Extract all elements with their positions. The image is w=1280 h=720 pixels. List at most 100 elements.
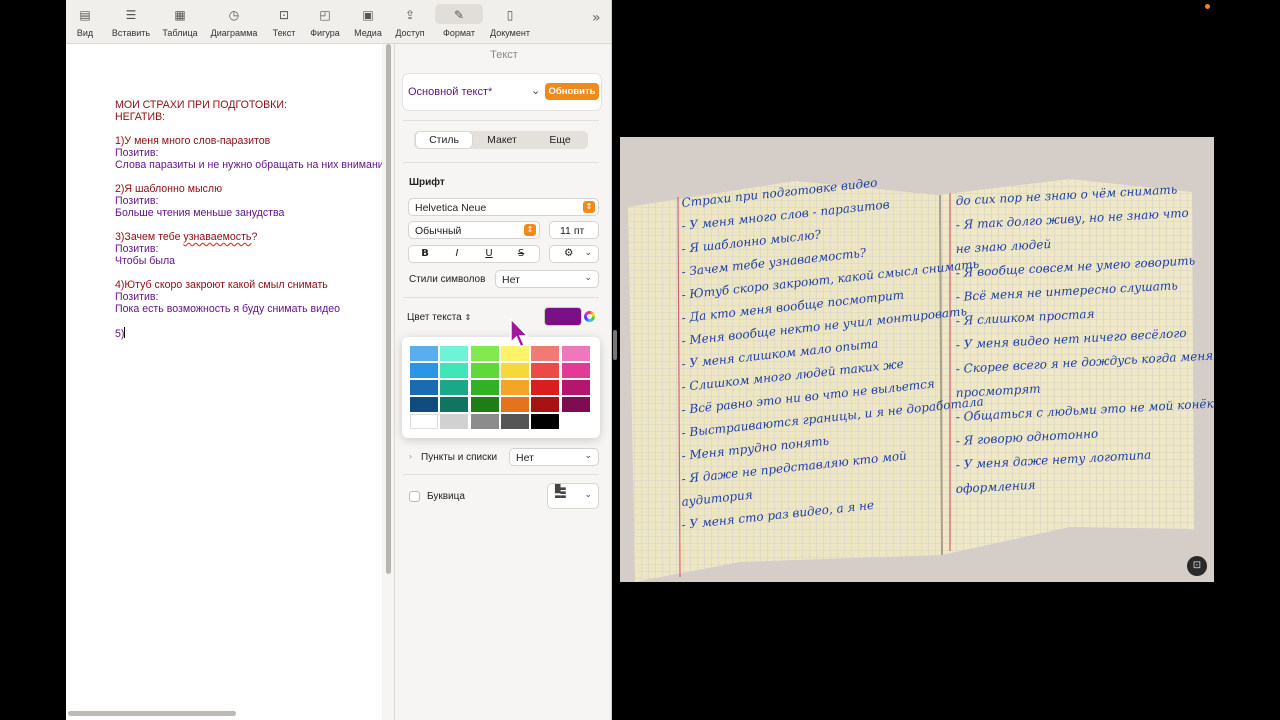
document-text[interactable]: МОИ СТРАХИ ПРИ ПОДГОТОВКИ: НЕГАТИВ: 1)У ме… — [115, 99, 382, 340]
color-swatch[interactable] — [500, 346, 529, 361]
horizontal-scrollbar[interactable] — [68, 711, 236, 716]
dropcap-preview-icon: ▇▬ ▬ ▬▬ — [555, 484, 566, 502]
paragraph-style-selector[interactable]: Основной текст* ⌄ Обновить — [403, 74, 601, 110]
divider — [403, 297, 599, 298]
document-line[interactable]: 1)У меня много слов-паразитов — [115, 135, 382, 147]
dropcap-style-select[interactable]: ▇▬ ▬ ▬▬ ⌄ — [548, 484, 598, 508]
color-swatch[interactable] — [410, 346, 438, 361]
update-style-button[interactable]: Обновить — [545, 83, 599, 100]
document-line[interactable]: Позитив: — [115, 147, 382, 159]
toolbar-shape-button[interactable]: ◰ Фигура — [308, 6, 342, 42]
document-line[interactable] — [115, 219, 382, 231]
font-style-select[interactable]: Обычный ⇕ — [409, 222, 539, 238]
color-wheel-icon[interactable] — [584, 311, 595, 322]
color-swatch[interactable] — [470, 397, 499, 412]
color-swatch[interactable] — [531, 346, 560, 361]
shape-icon: ◰ — [319, 8, 331, 22]
color-swatch[interactable] — [561, 363, 590, 378]
document-line[interactable] — [115, 315, 382, 327]
strikethrough-button[interactable]: S — [506, 246, 536, 262]
color-swatch[interactable] — [470, 380, 499, 395]
toolbar: ▤ Вид ☰ Вставить ▦ Таблица ◷ Диаграмма ⊡… — [66, 0, 611, 44]
document-canvas[interactable]: МОИ СТРАХИ ПРИ ПОДГОТОВКИ: НЕГАТИВ: 1)У ме… — [66, 44, 382, 720]
color-swatch[interactable] — [500, 380, 529, 395]
color-swatch[interactable] — [500, 414, 529, 429]
more-chevron-icon[interactable]: » — [592, 10, 601, 26]
toolbar-chart-button[interactable]: ◷ Диаграмма — [209, 6, 259, 42]
toolbar-share-button[interactable]: ⇪ Доступ — [393, 6, 427, 42]
color-swatch[interactable] — [500, 397, 529, 412]
paragraph-style-name[interactable]: Основной текст* — [408, 86, 492, 98]
document-line[interactable]: Позитив: — [115, 243, 382, 255]
color-swatch[interactable] — [500, 363, 529, 378]
document-line[interactable] — [115, 123, 382, 135]
document-line[interactable]: 3)Зачем тебе узнаваемость? — [115, 231, 382, 243]
bold-button[interactable]: B — [410, 246, 440, 262]
document-line[interactable]: Позитив: — [115, 195, 382, 207]
color-swatch[interactable] — [561, 346, 590, 361]
document-line[interactable]: 4)Ютуб скоро закроют какой смыл снимать — [115, 279, 382, 291]
share-icon: ⇪ — [404, 8, 416, 22]
color-swatch[interactable] — [410, 380, 438, 395]
photo-icon: ▣ — [362, 8, 374, 22]
color-swatch[interactable] — [440, 363, 469, 378]
document-line[interactable]: 5) — [115, 327, 382, 340]
vertical-scrollbar[interactable] — [386, 44, 391, 574]
document-line[interactable]: 2)Я шаблонно мыслю — [115, 183, 382, 195]
gear-icon: ⚙ — [564, 247, 574, 259]
document-line[interactable]: Больше чтения меньше занудства — [115, 207, 382, 219]
color-swatch[interactable] — [531, 380, 560, 395]
toolbar-insert-button[interactable]: ☰ Вставить — [110, 6, 152, 42]
color-swatch[interactable] — [561, 380, 590, 395]
document-line[interactable]: Слова паразиты и не нужно обращать на ни… — [115, 159, 382, 171]
document-line[interactable] — [115, 171, 382, 183]
color-swatch[interactable] — [470, 363, 499, 378]
chevron-down-icon: ⌄ — [584, 490, 592, 500]
toolbar-format-button[interactable]: ✎ Формат — [435, 4, 483, 42]
font-family-select[interactable]: Helvetica Neue ⇕ — [409, 199, 598, 215]
color-swatch[interactable] — [561, 397, 590, 412]
color-swatch[interactable] — [410, 414, 438, 429]
lists-select[interactable]: Нет ⌄ — [510, 449, 598, 465]
color-swatch[interactable] — [470, 346, 499, 361]
color-swatch[interactable] — [410, 397, 438, 412]
text-color-well[interactable] — [545, 308, 581, 325]
document-line[interactable]: Чтобы была — [115, 255, 382, 267]
document-line[interactable] — [115, 267, 382, 279]
font-size-field[interactable]: 11 пт — [550, 222, 598, 238]
color-swatch[interactable] — [531, 363, 560, 378]
document-line[interactable]: МОИ СТРАХИ ПРИ ПОДГОТОВКИ: — [115, 99, 382, 111]
toolbar-media-button[interactable]: ▣ Медиа — [353, 6, 383, 42]
split-view-divider[interactable] — [613, 330, 617, 360]
divider — [403, 120, 599, 121]
color-swatch[interactable] — [531, 397, 560, 412]
live-text-scan-icon[interactable]: ⊡ — [1187, 556, 1207, 576]
italic-button[interactable]: I — [442, 246, 472, 262]
color-swatch[interactable] — [440, 380, 469, 395]
char-styles-select[interactable]: Нет ⌄ — [496, 271, 598, 287]
toolbar-table-button[interactable]: ▦ Таблица — [162, 6, 198, 42]
toolbar-view-button[interactable]: ▤ Вид — [75, 6, 95, 42]
color-swatch[interactable] — [440, 414, 469, 429]
document-line[interactable]: Позитив: — [115, 291, 382, 303]
color-swatch[interactable] — [531, 414, 560, 429]
underline-button[interactable]: U — [474, 246, 504, 262]
tab-layout[interactable]: Макет — [474, 131, 530, 149]
chevron-down-icon: ⌄ — [584, 451, 592, 461]
text-options-button[interactable]: ⚙ ⌄ — [550, 246, 598, 262]
color-swatch[interactable] — [440, 397, 469, 412]
inspector-title: Текст — [490, 49, 518, 61]
tab-more[interactable]: Еще — [532, 131, 588, 149]
toolbar-text-button[interactable]: ⊡ Текст — [271, 6, 297, 42]
lists-label: Пункты и списки — [421, 452, 498, 463]
tab-style[interactable]: Стиль — [416, 132, 472, 148]
color-swatch[interactable] — [440, 346, 469, 361]
dropcap-checkbox[interactable] — [409, 491, 420, 502]
toolbar-document-button[interactable]: ▯ Документ — [488, 6, 532, 42]
document-line[interactable]: НЕГАТИВ: — [115, 111, 382, 123]
chevron-down-icon[interactable]: ⌄ — [531, 84, 540, 97]
color-swatch[interactable] — [410, 363, 438, 378]
disclosure-chevron-icon[interactable]: › — [409, 452, 412, 461]
document-line[interactable]: Пока есть возможность я буду снимать вид… — [115, 303, 382, 315]
color-swatch[interactable] — [470, 414, 499, 429]
